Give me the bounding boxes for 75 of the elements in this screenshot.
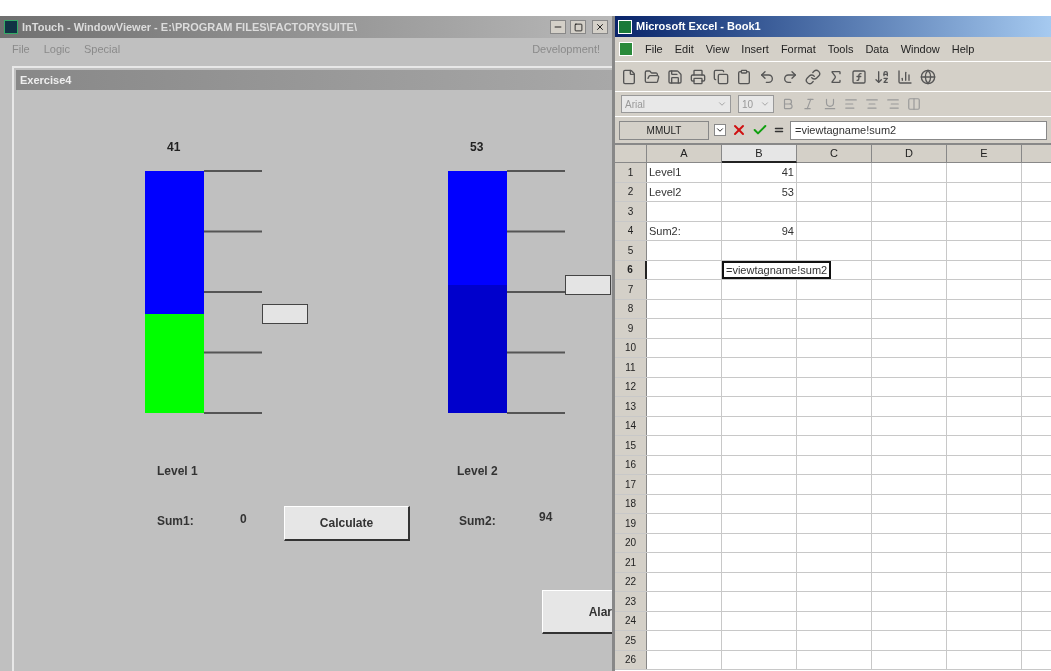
maximize-button[interactable] bbox=[570, 20, 586, 34]
sheet-cell[interactable]: Level2 bbox=[647, 182, 684, 201]
window-title: InTouch - WindowViewer - E:\PROGRAM FILES\FACTORYSUITE\ bbox=[22, 19, 358, 35]
tank-label: Level 2 bbox=[457, 463, 498, 480]
sheet-cell[interactable]: 53 bbox=[779, 182, 796, 201]
row-header[interactable]: 5 bbox=[615, 241, 647, 260]
name-box[interactable]: MMULT bbox=[619, 120, 709, 140]
sum-label: Sum2: bbox=[459, 513, 496, 530]
row-header[interactable]: 19 bbox=[615, 514, 647, 533]
row-header[interactable]: 15 bbox=[615, 436, 647, 455]
row-header[interactable]: 3 bbox=[615, 202, 647, 221]
row-header[interactable]: 13 bbox=[615, 397, 647, 416]
menu-item[interactable]: Edit bbox=[674, 40, 694, 58]
child-window-title: Exercise4 bbox=[20, 72, 72, 88]
caret-icon bbox=[760, 99, 770, 109]
tank-label: Level 1 bbox=[157, 463, 198, 480]
sigma-icon[interactable] bbox=[828, 68, 844, 85]
menu-item[interactable]: Tools bbox=[827, 40, 854, 58]
folder-icon[interactable] bbox=[644, 68, 660, 85]
undo-icon[interactable] bbox=[759, 68, 775, 85]
menu-item[interactable]: Help bbox=[951, 40, 975, 58]
minimize-button[interactable] bbox=[550, 20, 566, 34]
sheet-cell[interactable]: 41 bbox=[779, 163, 796, 182]
copy-icon[interactable] bbox=[713, 68, 729, 85]
sheet-cell[interactable]: Level1 bbox=[647, 163, 684, 182]
menu-item[interactable]: File bbox=[645, 40, 663, 58]
menu-item[interactable]: View bbox=[705, 40, 730, 58]
printer-icon[interactable] bbox=[690, 68, 706, 85]
row-header[interactable]: 1 bbox=[615, 163, 647, 182]
close-button[interactable] bbox=[592, 20, 608, 34]
slider-thumb[interactable] bbox=[262, 303, 308, 324]
window-title: Microsoft Excel - Book1 bbox=[636, 19, 761, 35]
globe-icon[interactable] bbox=[920, 68, 936, 85]
menu-item[interactable]: Window bbox=[900, 40, 940, 58]
column-header[interactable]: E bbox=[947, 145, 1022, 163]
column-header[interactable]: C bbox=[797, 145, 872, 163]
row-header[interactable]: 21 bbox=[615, 553, 647, 572]
new-file-icon[interactable] bbox=[621, 68, 637, 85]
cancel-icon[interactable] bbox=[731, 122, 747, 138]
redo-icon[interactable] bbox=[782, 68, 798, 85]
sum-value: 0 bbox=[240, 511, 247, 528]
menu-item[interactable]: Data bbox=[865, 40, 889, 58]
row-header[interactable]: 7 bbox=[615, 280, 647, 299]
sort-icon[interactable] bbox=[874, 68, 890, 85]
link-icon[interactable] bbox=[805, 68, 821, 85]
sum-value: 94 bbox=[539, 509, 553, 526]
row-header[interactable]: 17 bbox=[615, 475, 647, 494]
alarm-button[interactable]: Alar bbox=[542, 590, 612, 634]
slider-thumb[interactable] bbox=[565, 274, 611, 295]
tank-value: 41 bbox=[167, 139, 181, 156]
calculate-button[interactable]: Calculate bbox=[284, 506, 410, 541]
app-icon bbox=[618, 19, 632, 34]
row-header[interactable]: 11 bbox=[615, 358, 647, 377]
caret-icon bbox=[717, 99, 727, 109]
close-icon bbox=[595, 22, 605, 32]
formula-field[interactable]: =viewtagname!sum2 bbox=[790, 120, 1047, 140]
sum-label: Sum1: bbox=[157, 513, 194, 530]
workbook-icon bbox=[619, 42, 633, 56]
paste-icon[interactable] bbox=[736, 68, 752, 85]
function-icon[interactable] bbox=[851, 68, 867, 85]
row-header[interactable]: 9 bbox=[615, 319, 647, 338]
caret-icon[interactable] bbox=[714, 124, 726, 136]
sheet-cell[interactable]: 94 bbox=[779, 221, 796, 240]
sheet-cell[interactable]: Sum2: bbox=[647, 221, 683, 240]
row-header[interactable]: 23 bbox=[615, 592, 647, 611]
tank-value: 53 bbox=[470, 139, 484, 156]
bar-chart-icon[interactable] bbox=[897, 68, 913, 85]
column-header[interactable]: D bbox=[872, 145, 947, 163]
menu-item[interactable]: Insert bbox=[741, 40, 769, 58]
save-icon[interactable] bbox=[667, 68, 683, 85]
menu-item[interactable]: Format bbox=[780, 40, 816, 58]
app-icon bbox=[4, 20, 18, 34]
row-header[interactable]: 25 bbox=[615, 631, 647, 650]
column-header[interactable]: B bbox=[722, 145, 797, 163]
maximize-icon bbox=[573, 22, 583, 32]
